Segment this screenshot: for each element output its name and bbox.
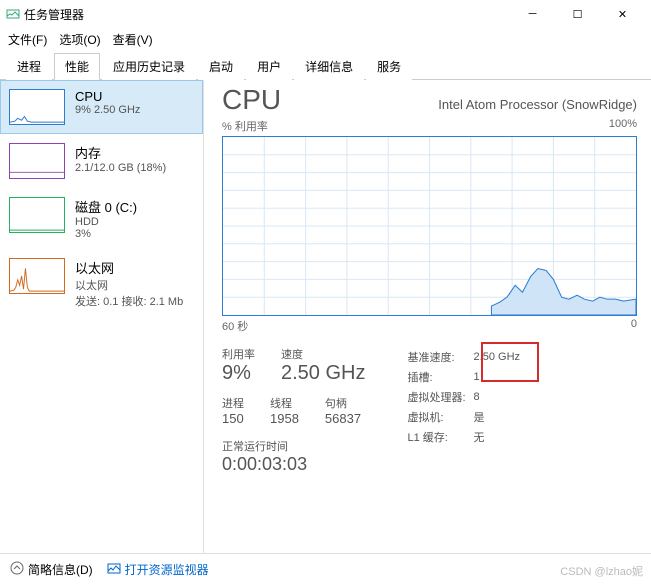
resmon-icon	[107, 561, 121, 578]
tab-users[interactable]: 用户	[246, 53, 292, 80]
minimize-button[interactable]: ─	[510, 0, 555, 28]
cpu-chart	[222, 136, 637, 316]
sidebar-cpu-title: CPU	[75, 89, 140, 104]
chart-xright: 0	[631, 318, 637, 334]
app-icon	[6, 6, 20, 23]
sidebar-disk-sub1: HDD	[75, 216, 137, 228]
menu-view[interactable]: 查看(V)	[109, 29, 157, 50]
tab-details[interactable]: 详细信息	[294, 53, 364, 80]
right-l1-val: 无	[474, 428, 526, 446]
sidebar-memory-sub: 2.1/12.0 GB (18%)	[75, 162, 166, 174]
menu-file[interactable]: 文件(F)	[4, 29, 51, 50]
stat-right-col: 基准速度:2.50 GHz 插槽:1 虚拟处理器:8 虚拟机:是 L1 缓存:无	[405, 346, 528, 475]
resource-monitor-link[interactable]: 打开资源监视器	[107, 561, 209, 578]
sidebar-eth-title: 以太网	[75, 258, 183, 277]
uptime-val: 0:00:03:03	[222, 454, 365, 475]
stat-util-lbl: 利用率	[222, 346, 255, 362]
tab-processes[interactable]: 进程	[6, 53, 52, 80]
highlight-box	[481, 342, 539, 382]
tab-app-history[interactable]: 应用历史记录	[102, 53, 196, 80]
footer: 简略信息(D) 打开资源监视器	[0, 553, 651, 585]
sidebar-item-cpu[interactable]: CPU 9% 2.50 GHz	[0, 80, 203, 134]
cpu-model: Intel Atom Processor (SnowRidge)	[438, 97, 637, 112]
stat-handle-lbl: 句柄	[325, 395, 361, 411]
right-l1-lbl: L1 缓存:	[407, 428, 471, 446]
tab-performance[interactable]: 性能	[54, 53, 100, 80]
right-vproc-val: 8	[474, 388, 526, 406]
chart-ymax: 100%	[609, 118, 637, 134]
stat-proc-lbl: 进程	[222, 395, 244, 411]
right-basespeed-lbl: 基准速度:	[407, 348, 471, 366]
detail-panel: CPU Intel Atom Processor (SnowRidge) % 利…	[204, 80, 651, 557]
sidebar-memory-title: 内存	[75, 143, 166, 162]
ethernet-thumb	[9, 258, 65, 294]
sidebar-item-ethernet[interactable]: 以太网 以太网 发送: 0.1 接收: 2.1 Mb	[0, 249, 203, 318]
sidebar-cpu-sub: 9% 2.50 GHz	[75, 104, 140, 116]
tab-services[interactable]: 服务	[366, 53, 412, 80]
right-vm-val: 是	[474, 408, 526, 426]
stat-handle-val: 56837	[325, 411, 361, 426]
maximize-button[interactable]: ☐	[555, 0, 600, 28]
memory-thumb	[9, 143, 65, 179]
cpu-thumb	[9, 89, 65, 125]
right-vm-lbl: 虚拟机:	[407, 408, 471, 426]
stat-util-val: 9%	[222, 362, 255, 385]
disk-thumb	[9, 197, 65, 233]
stat-thread-lbl: 线程	[270, 395, 299, 411]
watermark: CSDN @lzhao妮	[560, 563, 643, 579]
fewer-details-button[interactable]: 简略信息(D)	[10, 561, 93, 578]
tab-bar: 进程 性能 应用历史记录 启动 用户 详细信息 服务	[0, 50, 651, 80]
titlebar: 任务管理器 ─ ☐ ✕	[0, 0, 651, 28]
window-title: 任务管理器	[24, 6, 84, 23]
stat-thread-val: 1958	[270, 411, 299, 426]
right-sockets-lbl: 插槽:	[407, 368, 471, 386]
stat-speed-lbl: 速度	[281, 346, 365, 362]
menu-options[interactable]: 选项(O)	[55, 29, 104, 50]
detail-heading: CPU	[222, 84, 281, 116]
chevron-up-icon	[10, 561, 24, 578]
chart-ylabel: % 利用率	[222, 118, 268, 134]
sidebar-eth-sub1: 以太网	[75, 277, 183, 293]
tab-startup[interactable]: 启动	[198, 53, 244, 80]
chart-xleft: 60 秒	[222, 318, 248, 334]
sidebar-item-memory[interactable]: 内存 2.1/12.0 GB (18%)	[0, 134, 203, 188]
sidebar-disk-sub2: 3%	[75, 228, 137, 240]
perf-sidebar: CPU 9% 2.50 GHz 内存 2.1/12.0 GB (18%) 磁盘 …	[0, 80, 204, 557]
uptime-lbl: 正常运行时间	[222, 438, 365, 454]
sidebar-item-disk[interactable]: 磁盘 0 (C:) HDD 3%	[0, 188, 203, 249]
stat-proc-val: 150	[222, 411, 244, 426]
sidebar-disk-title: 磁盘 0 (C:)	[75, 197, 137, 216]
menubar: 文件(F) 选项(O) 查看(V)	[0, 28, 651, 50]
right-vproc-lbl: 虚拟处理器:	[407, 388, 471, 406]
close-button[interactable]: ✕	[600, 0, 645, 28]
sidebar-eth-sub2: 发送: 0.1 接收: 2.1 Mb	[75, 293, 183, 309]
stat-speed-val: 2.50 GHz	[281, 362, 365, 385]
